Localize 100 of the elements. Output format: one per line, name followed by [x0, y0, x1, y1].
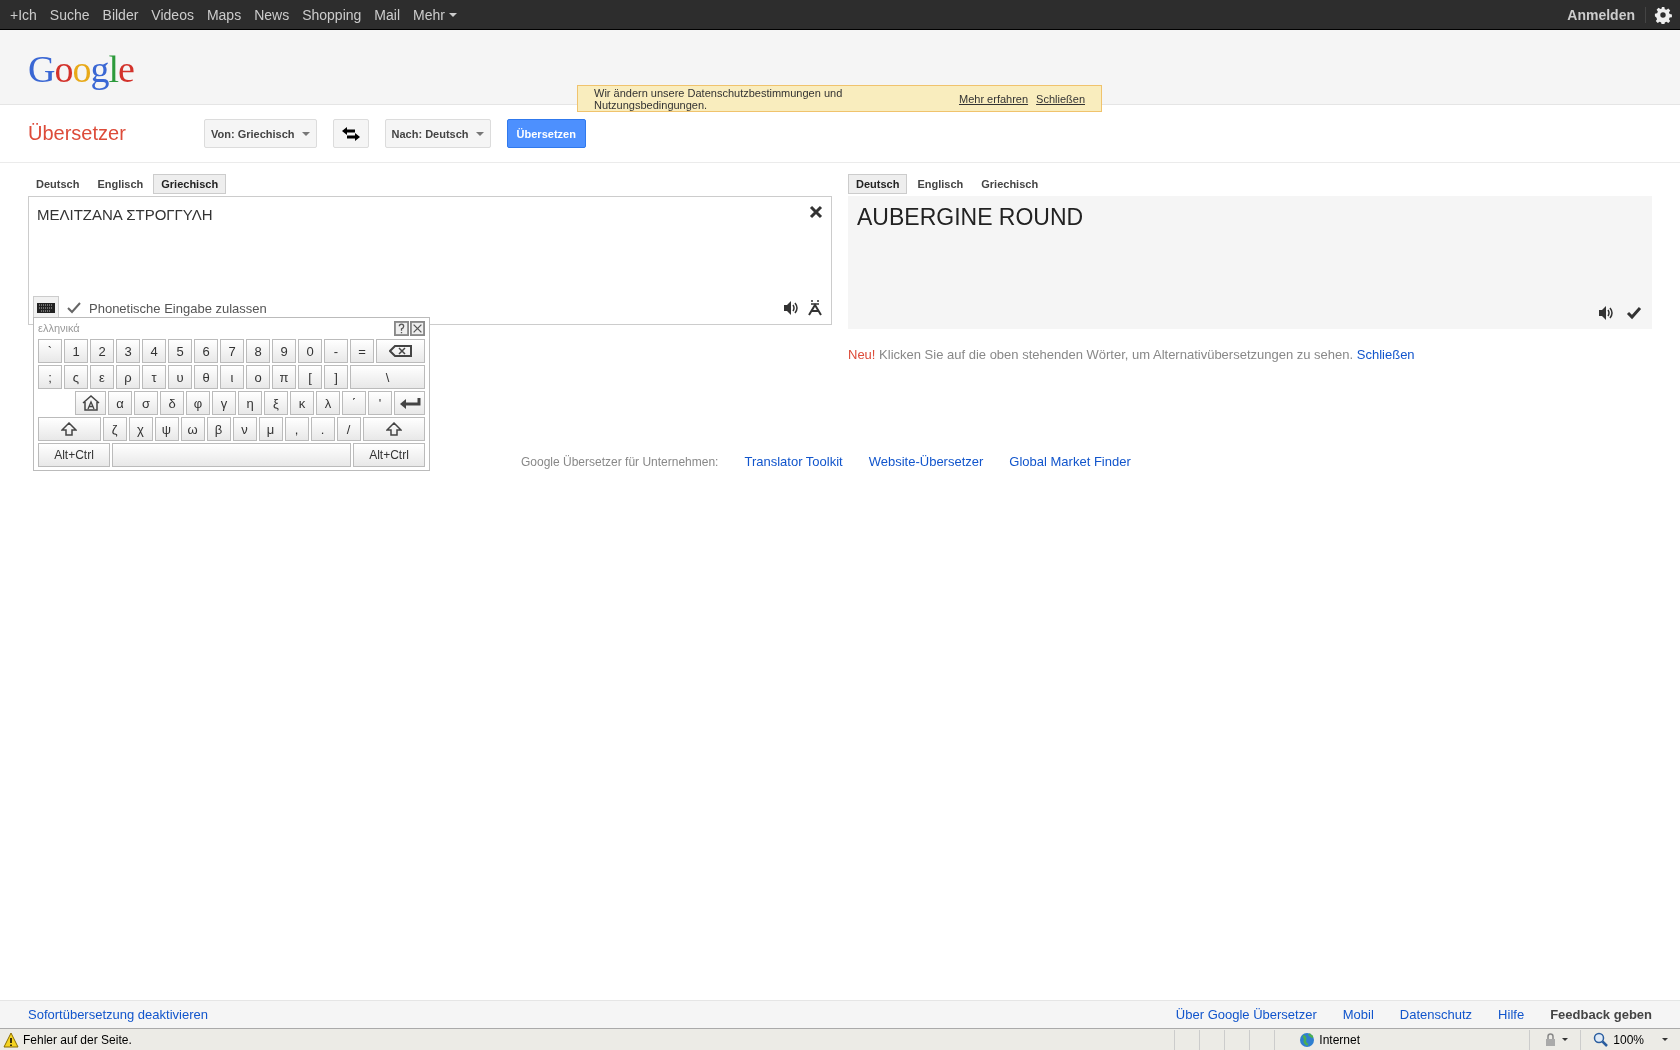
shift-icon	[385, 422, 402, 436]
keyboard-key[interactable]: ΄	[342, 391, 366, 415]
keyboard-key[interactable]: ς	[64, 365, 88, 389]
keyboard-key[interactable]: ,	[284, 417, 309, 441]
status-message: Fehler auf der Seite.	[23, 1032, 132, 1047]
keyboard-key[interactable]: β	[206, 417, 231, 441]
keyboard-key[interactable]: [	[298, 365, 322, 389]
keyboard-key[interactable]: λ	[316, 391, 340, 415]
notice-link[interactable]: Mehr erfahren	[959, 92, 1029, 105]
keyboard-key[interactable]: Alt+Ctrl	[38, 443, 110, 467]
menu-link[interactable]: Mehr	[413, 6, 457, 23]
keyboard-key[interactable]: ;	[38, 365, 62, 389]
keyboard-key[interactable]: μ	[258, 417, 283, 441]
nav-link[interactable]: +Ich	[10, 6, 37, 23]
keyboard-key[interactable]: \	[350, 365, 425, 389]
keyboard-key[interactable]: 9	[272, 339, 296, 363]
enter-key[interactable]	[394, 391, 425, 415]
language-tab[interactable]: Deutsch	[848, 174, 908, 194]
sign-in-link[interactable]: Anmelden	[1567, 6, 1646, 23]
keyboard-key[interactable]: =	[350, 339, 374, 363]
keyboard-key[interactable]: δ	[160, 391, 184, 415]
keyboard-key[interactable]: κ	[290, 391, 314, 415]
business-link[interactable]: Global Market Finder	[1009, 454, 1131, 469]
keyboard-key[interactable]: `	[38, 339, 62, 363]
google-logo[interactable]: Google	[28, 50, 134, 88]
nav-link[interactable]: News	[254, 6, 290, 23]
zoom-button[interactable]: 100%	[1580, 1029, 1680, 1050]
caps-key[interactable]	[75, 391, 106, 415]
settings-icon[interactable]	[1654, 5, 1672, 24]
keyboard-key[interactable]: 2	[90, 339, 114, 363]
keyboard-key[interactable]: '	[368, 391, 392, 415]
transliteration-icon[interactable]	[807, 300, 823, 316]
nav-link[interactable]: Bilder	[102, 6, 139, 23]
speaker-icon[interactable]	[783, 300, 799, 316]
keyboard-key[interactable]: α	[108, 391, 132, 415]
nav-link[interactable]: Mail	[374, 6, 400, 23]
business-link[interactable]: Website-Übersetzer	[868, 454, 984, 469]
keyboard-key[interactable]: 3	[116, 339, 140, 363]
keyboard-key[interactable]: 4	[142, 339, 166, 363]
footer-link[interactable]: Über Google Übersetzer	[1175, 1007, 1317, 1022]
keyboard-key[interactable]: ]	[324, 365, 348, 389]
keyboard-key[interactable]: ζ	[102, 417, 127, 441]
keyboard-key[interactable]: γ	[212, 391, 236, 415]
keyboard-key[interactable]: ι	[220, 365, 244, 389]
keyboard-key[interactable]: ο	[246, 365, 270, 389]
keyboard-key[interactable]: ω	[180, 417, 205, 441]
keyboard-key[interactable]: 0	[298, 339, 322, 363]
keyboard-key[interactable]: η	[238, 391, 262, 415]
speaker-icon[interactable]	[1598, 305, 1614, 321]
nav-link[interactable]: Suche	[49, 6, 90, 23]
nav-link[interactable]: Maps	[206, 6, 242, 23]
keyboard-key[interactable]: υ	[168, 365, 192, 389]
keyboard-key[interactable]: 7	[220, 339, 244, 363]
keyboard-key[interactable]: ρ	[116, 365, 140, 389]
keyboard-key[interactable]: 5	[168, 339, 192, 363]
keyboard-key[interactable]: .	[310, 417, 335, 441]
keyboard-key[interactable]: ψ	[154, 417, 179, 441]
swap-languages-button[interactable]	[332, 119, 369, 148]
keyboard-key[interactable]: ν	[232, 417, 257, 441]
source-language-dropdown[interactable]: Von: Griechisch	[204, 119, 317, 148]
footer-link[interactable]: Mobil	[1342, 1007, 1374, 1022]
keyboard-key[interactable]: ξ	[264, 391, 288, 415]
footer-link[interactable]: Datenschutz	[1399, 1007, 1473, 1022]
keyboard-key[interactable]: θ	[194, 365, 218, 389]
business-link[interactable]: Translator Toolkit	[744, 454, 843, 469]
keyboard-key[interactable]: τ	[142, 365, 166, 389]
close-icon[interactable]	[809, 205, 823, 219]
language-tab[interactable]: Englisch	[909, 174, 972, 194]
footer-link[interactable]: Hilfe	[1498, 1007, 1525, 1022]
target-language-dropdown[interactable]: Nach: Deutsch	[384, 119, 491, 148]
language-tab[interactable]: Griechisch	[153, 174, 227, 194]
nav-link[interactable]: Shopping	[302, 6, 362, 23]
keyboard-key[interactable]: φ	[186, 391, 210, 415]
feedback-link[interactable]: Feedback geben	[1550, 1007, 1652, 1022]
keyboard-key[interactable]: -	[324, 339, 348, 363]
business-label: Google Übersetzer für Unternehmen:	[521, 454, 719, 469]
keyboard-key[interactable]: Alt+Ctrl	[353, 443, 425, 467]
shift-key[interactable]	[362, 417, 425, 441]
help-icon[interactable]	[394, 320, 409, 336]
close-icon[interactable]	[410, 320, 425, 336]
shift-key[interactable]	[38, 417, 101, 441]
keyboard-key[interactable]: χ	[128, 417, 153, 441]
keyboard-button[interactable]	[33, 296, 59, 320]
keyboard-key[interactable]: 8	[246, 339, 270, 363]
keyboard-key[interactable]: 6	[194, 339, 218, 363]
footer-link[interactable]: Sofortübersetzung deaktivieren	[28, 1007, 208, 1022]
language-tab[interactable]: Griechisch	[973, 174, 1047, 194]
keyboard-key[interactable]: /	[336, 417, 361, 441]
language-tab[interactable]: Deutsch	[28, 174, 88, 194]
notice-link[interactable]: Schließen	[1036, 92, 1085, 105]
keyboard-key[interactable]: π	[272, 365, 296, 389]
keyboard-key[interactable]: 1	[64, 339, 88, 363]
backspace-key[interactable]	[376, 339, 425, 363]
nav-link[interactable]: Videos	[151, 6, 194, 23]
language-tab[interactable]: Englisch	[89, 174, 152, 194]
keyboard-key[interactable]: ε	[90, 365, 114, 389]
keyboard-key[interactable]: σ	[134, 391, 158, 415]
check-icon[interactable]	[1626, 305, 1642, 321]
hint-link[interactable]: Schließen	[1356, 347, 1415, 362]
checkbox[interactable]	[67, 301, 81, 315]
